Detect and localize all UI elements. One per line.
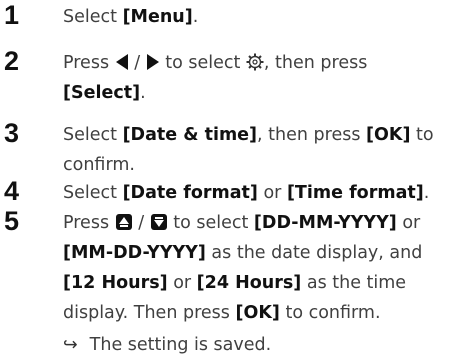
step-text: Select [Date & time], then press [OK] to… (63, 125, 434, 175)
step-number: 2 (4, 46, 20, 76)
result-note: ↪ The setting is saved. (63, 330, 271, 360)
step-number: 4 (4, 176, 20, 206)
left-triangle-icon (115, 54, 128, 70)
step-text: Press / to select [DD-MM-YYYY] or [MM-DD… (63, 213, 423, 323)
result-text: The setting is saved. (89, 335, 272, 355)
gear-icon (246, 53, 264, 71)
step-text: Press / to select , then press [Select]. (63, 53, 368, 103)
right-triangle-icon (146, 54, 159, 70)
up-button-icon (115, 214, 132, 230)
down-button-icon (150, 214, 167, 230)
result-arrow-icon: ↪ (63, 335, 78, 355)
step-text: Select [Date format] or [Time format]. (63, 183, 430, 203)
step-text: Select [Menu]. (63, 7, 199, 27)
step-number: 5 (4, 206, 20, 236)
step-number: 3 (4, 118, 20, 148)
instruction-page: { "steps": [ { "number": "1", "lines": [… (0, 0, 464, 361)
step-number: 1 (4, 0, 20, 30)
